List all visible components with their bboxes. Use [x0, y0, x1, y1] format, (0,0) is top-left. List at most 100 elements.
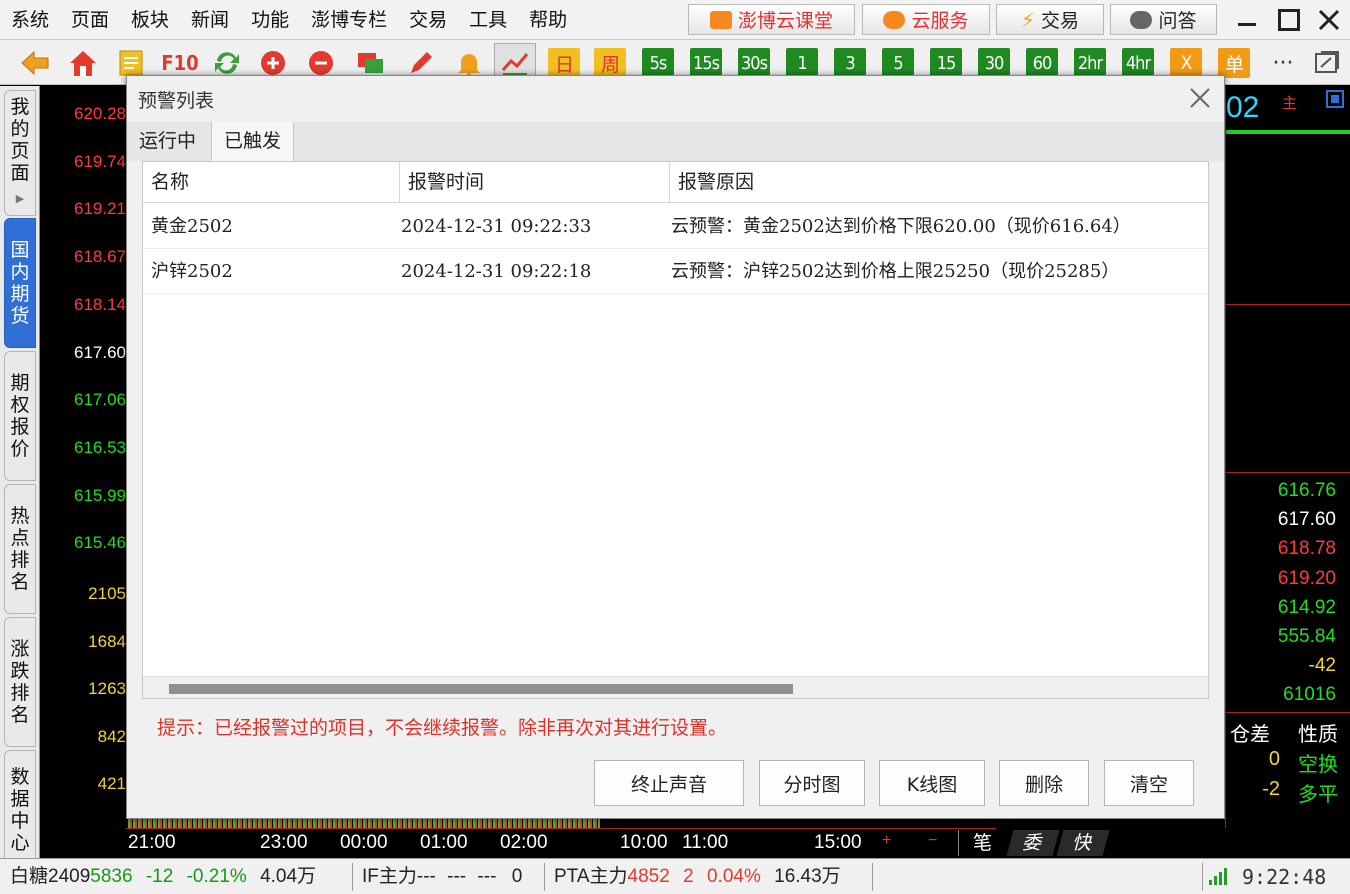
period-30s[interactable]: 30s — [738, 48, 770, 78]
tab-orders[interactable]: 委 — [1006, 830, 1060, 856]
tab-fast[interactable]: 快 — [1056, 830, 1110, 856]
maximize-button[interactable] — [1272, 4, 1306, 35]
period-1m[interactable]: 1 — [786, 48, 818, 78]
stop-sound-button[interactable]: 终止声音 — [594, 760, 744, 806]
period-4hr[interactable]: 4hr — [1122, 48, 1154, 78]
minimize-button[interactable] — [1230, 4, 1264, 35]
column-time[interactable]: 报警时间 — [400, 162, 670, 203]
status-divider — [352, 863, 353, 891]
price-tick-label: 617.06 — [74, 390, 126, 410]
sidebar-tab-my-page[interactable]: 我的页面 ▶ — [4, 90, 36, 216]
kline-chart-button[interactable]: K线图 — [879, 760, 985, 806]
delete-button[interactable]: 删除 — [999, 760, 1089, 806]
cell-reason: 云预警：沪锌2502达到价格上限25250（现价25285） — [671, 261, 1120, 282]
back-button[interactable] — [20, 48, 50, 78]
sidebar-tab-options[interactable]: 期权报价 — [4, 351, 36, 481]
period-30m[interactable]: 30 — [978, 48, 1010, 78]
period-single[interactable]: 单 — [1218, 48, 1250, 78]
quote-value: 616.76 — [1277, 480, 1336, 501]
tick-nature: 空换 — [1298, 752, 1338, 776]
ticker-change: 2 — [683, 866, 694, 887]
panel-toggle[interactable] — [1326, 90, 1344, 108]
sidebar-tab-data-center[interactable]: 数据中心 — [4, 750, 36, 870]
sidebar-tab-label: 我的页面 — [10, 96, 30, 184]
menu-tools[interactable]: 工具 — [458, 0, 518, 40]
panel-separator — [1226, 712, 1350, 713]
ticker-price: 5836 — [90, 866, 133, 887]
qa-label: 问答 — [1158, 10, 1197, 32]
f10-button[interactable]: F10 — [160, 48, 200, 78]
period-60m[interactable]: 60 — [1026, 48, 1058, 78]
cloud-icon — [883, 10, 906, 29]
menu-column[interactable]: 澎博专栏 — [300, 0, 398, 40]
trade-button[interactable]: ⚡ 交易 — [996, 4, 1104, 35]
tab-trades[interactable]: 笔 — [958, 830, 1006, 856]
period-15s[interactable]: 15s — [690, 48, 722, 78]
menu-help[interactable]: 帮助 — [518, 0, 578, 40]
zoom-in-button[interactable] — [258, 48, 288, 78]
period-day[interactable]: 日 — [548, 48, 580, 78]
more-button[interactable]: ··· — [1268, 48, 1298, 78]
scrollbar-thumb[interactable] — [169, 684, 793, 694]
period-5s[interactable]: 5s — [642, 48, 674, 78]
zoom-out-button[interactable] — [306, 48, 336, 78]
price-tick-label: 620.28 — [74, 104, 126, 123]
ticker-pta[interactable]: PTA主力4852 2 0.04% 16.43万 — [554, 859, 841, 894]
refresh-button[interactable] — [212, 48, 242, 78]
period-x[interactable]: X — [1170, 48, 1202, 78]
menu-sector[interactable]: 板块 — [120, 0, 180, 40]
zoom-plus[interactable]: + — [882, 832, 891, 850]
news-button[interactable] — [116, 48, 146, 78]
dialog-close-button[interactable] — [1188, 86, 1212, 110]
period-5m[interactable]: 5 — [882, 48, 914, 78]
windows-icon — [358, 53, 383, 73]
main-contract-mark: 主 — [1282, 94, 1298, 112]
menu-function[interactable]: 功能 — [240, 0, 300, 40]
tab-triggered[interactable]: 已触发 — [211, 122, 295, 161]
alert-button[interactable] — [454, 48, 484, 78]
menu-system[interactable]: 系统 — [0, 0, 60, 40]
time-label: 01:00 — [420, 832, 468, 853]
sidebar-tab-hot-rank[interactable]: 热点排名 — [4, 484, 36, 614]
qa-button[interactable]: 问答 — [1110, 4, 1217, 35]
tab-running[interactable]: 运行中 — [127, 122, 208, 161]
period-2hr[interactable]: 2hr — [1074, 48, 1106, 78]
menu-trade[interactable]: 交易 — [398, 0, 458, 40]
close-window-button[interactable] — [1312, 4, 1346, 35]
sidebar-tab-label: 涨跌排名 — [10, 638, 30, 726]
price-tick-label: 619.74 — [74, 151, 126, 171]
panel-separator-green — [1226, 130, 1350, 134]
column-reason[interactable]: 报警原因 — [670, 162, 1208, 203]
nature-header: 性质 — [1298, 722, 1338, 746]
cloud-class-button[interactable]: 澎博云课堂 — [688, 4, 855, 35]
quote-value: 614.92 — [1277, 596, 1336, 618]
table-row[interactable]: 黄金2502 2024-12-31 09:22:33 云预警：黄金2502达到价… — [143, 204, 1208, 249]
home-button[interactable] — [68, 48, 98, 78]
window-button[interactable] — [356, 48, 386, 78]
menu-page[interactable]: 页面 — [60, 0, 120, 40]
period-week[interactable]: 周 — [594, 48, 626, 78]
alert-table: 名称 报警时间 报警原因 黄金2502 2024-12-31 09:22:33 … — [142, 161, 1209, 699]
cloud-service-button[interactable]: 云服务 — [862, 4, 990, 35]
period-3m[interactable]: 3 — [834, 48, 866, 78]
table-row[interactable]: 沪锌2502 2024-12-31 09:22:18 云预警：沪锌2502达到价… — [143, 249, 1208, 294]
menu-news[interactable]: 新闻 — [180, 0, 240, 40]
ticker-if[interactable]: IF主力--- --- --- 0 — [362, 859, 522, 894]
intraday-chart-button[interactable]: 分时图 — [759, 760, 865, 806]
sidebar-tab-domestic-futures[interactable]: 国内期货 — [4, 218, 36, 348]
draw-button[interactable] — [406, 48, 436, 78]
horizontal-scrollbar[interactable] — [143, 676, 1208, 698]
price-tick-label: 616.53 — [74, 437, 126, 457]
time-axis-line — [126, 828, 996, 829]
tick-oi-diff: 0 — [1268, 748, 1280, 770]
price-tick-label: 615.99 — [74, 485, 126, 505]
close-icon — [1190, 88, 1210, 108]
sidebar-tab-change-rank[interactable]: 涨跌排名 — [4, 617, 36, 747]
zoom-minus[interactable]: − — [928, 832, 937, 850]
ticker-sugar[interactable]: 白糖24095836 -12 -0.21% 4.04万 — [10, 859, 316, 894]
column-name[interactable]: 名称 — [143, 162, 400, 203]
layout-button[interactable] — [1312, 48, 1342, 78]
period-15m[interactable]: 15 — [930, 48, 962, 78]
clear-button[interactable]: 清空 — [1104, 760, 1194, 806]
lightning-icon: ⚡ — [1020, 7, 1036, 32]
